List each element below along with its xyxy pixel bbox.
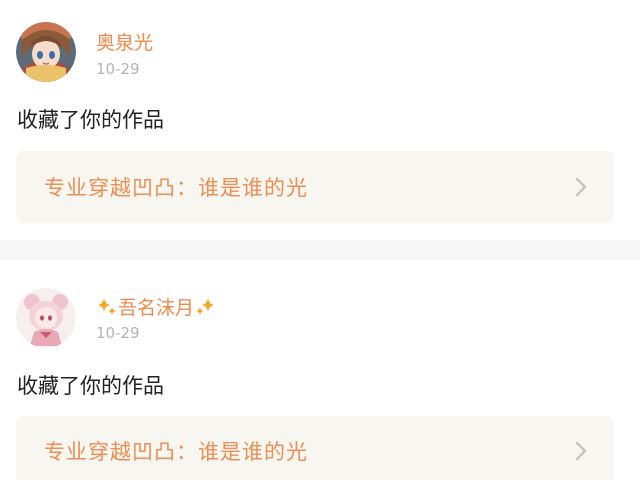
work-title: 专业穿越凹凸：谁是谁的光 (44, 176, 308, 200)
chevron-right-icon (575, 441, 587, 461)
username[interactable]: 吾名沫月 (96, 293, 216, 320)
pink-anime-girl-avatar-icon (16, 288, 76, 348)
username[interactable]: 奥泉光 (96, 28, 153, 55)
notification-feed: 奥泉光 10-29 收藏了你的作品 专业穿越凹凸：谁是谁的光 吾名沫月 10-2… (0, 0, 640, 480)
user-avatar[interactable] (16, 288, 76, 348)
sparkle-icon (196, 297, 215, 315)
notification-card: 吾名沫月 10-29 收藏了你的作品 专业穿越凹凸：谁是谁的光 (0, 260, 640, 480)
work-title: 专业穿越凹凸：谁是谁的光 (44, 440, 308, 464)
action-text: 收藏了你的作品 (17, 374, 164, 398)
timestamp: 10-29 (96, 324, 140, 342)
anime-girl-avatar-icon (16, 22, 76, 82)
sparkle-icon (98, 297, 116, 315)
username-text: 奥泉光 (96, 32, 154, 54)
work-link-card[interactable]: 专业穿越凹凸：谁是谁的光 (16, 416, 614, 480)
timestamp: 10-29 (96, 60, 140, 78)
chevron-right-icon (575, 177, 587, 197)
work-link-card[interactable]: 专业穿越凹凸：谁是谁的光 (16, 151, 614, 223)
action-text: 收藏了你的作品 (17, 108, 164, 132)
notification-card: 奥泉光 10-29 收藏了你的作品 专业穿越凹凸：谁是谁的光 (0, 0, 640, 240)
section-divider (0, 240, 640, 260)
user-avatar[interactable] (16, 22, 76, 82)
username-text: 吾名沫月 (118, 297, 195, 319)
